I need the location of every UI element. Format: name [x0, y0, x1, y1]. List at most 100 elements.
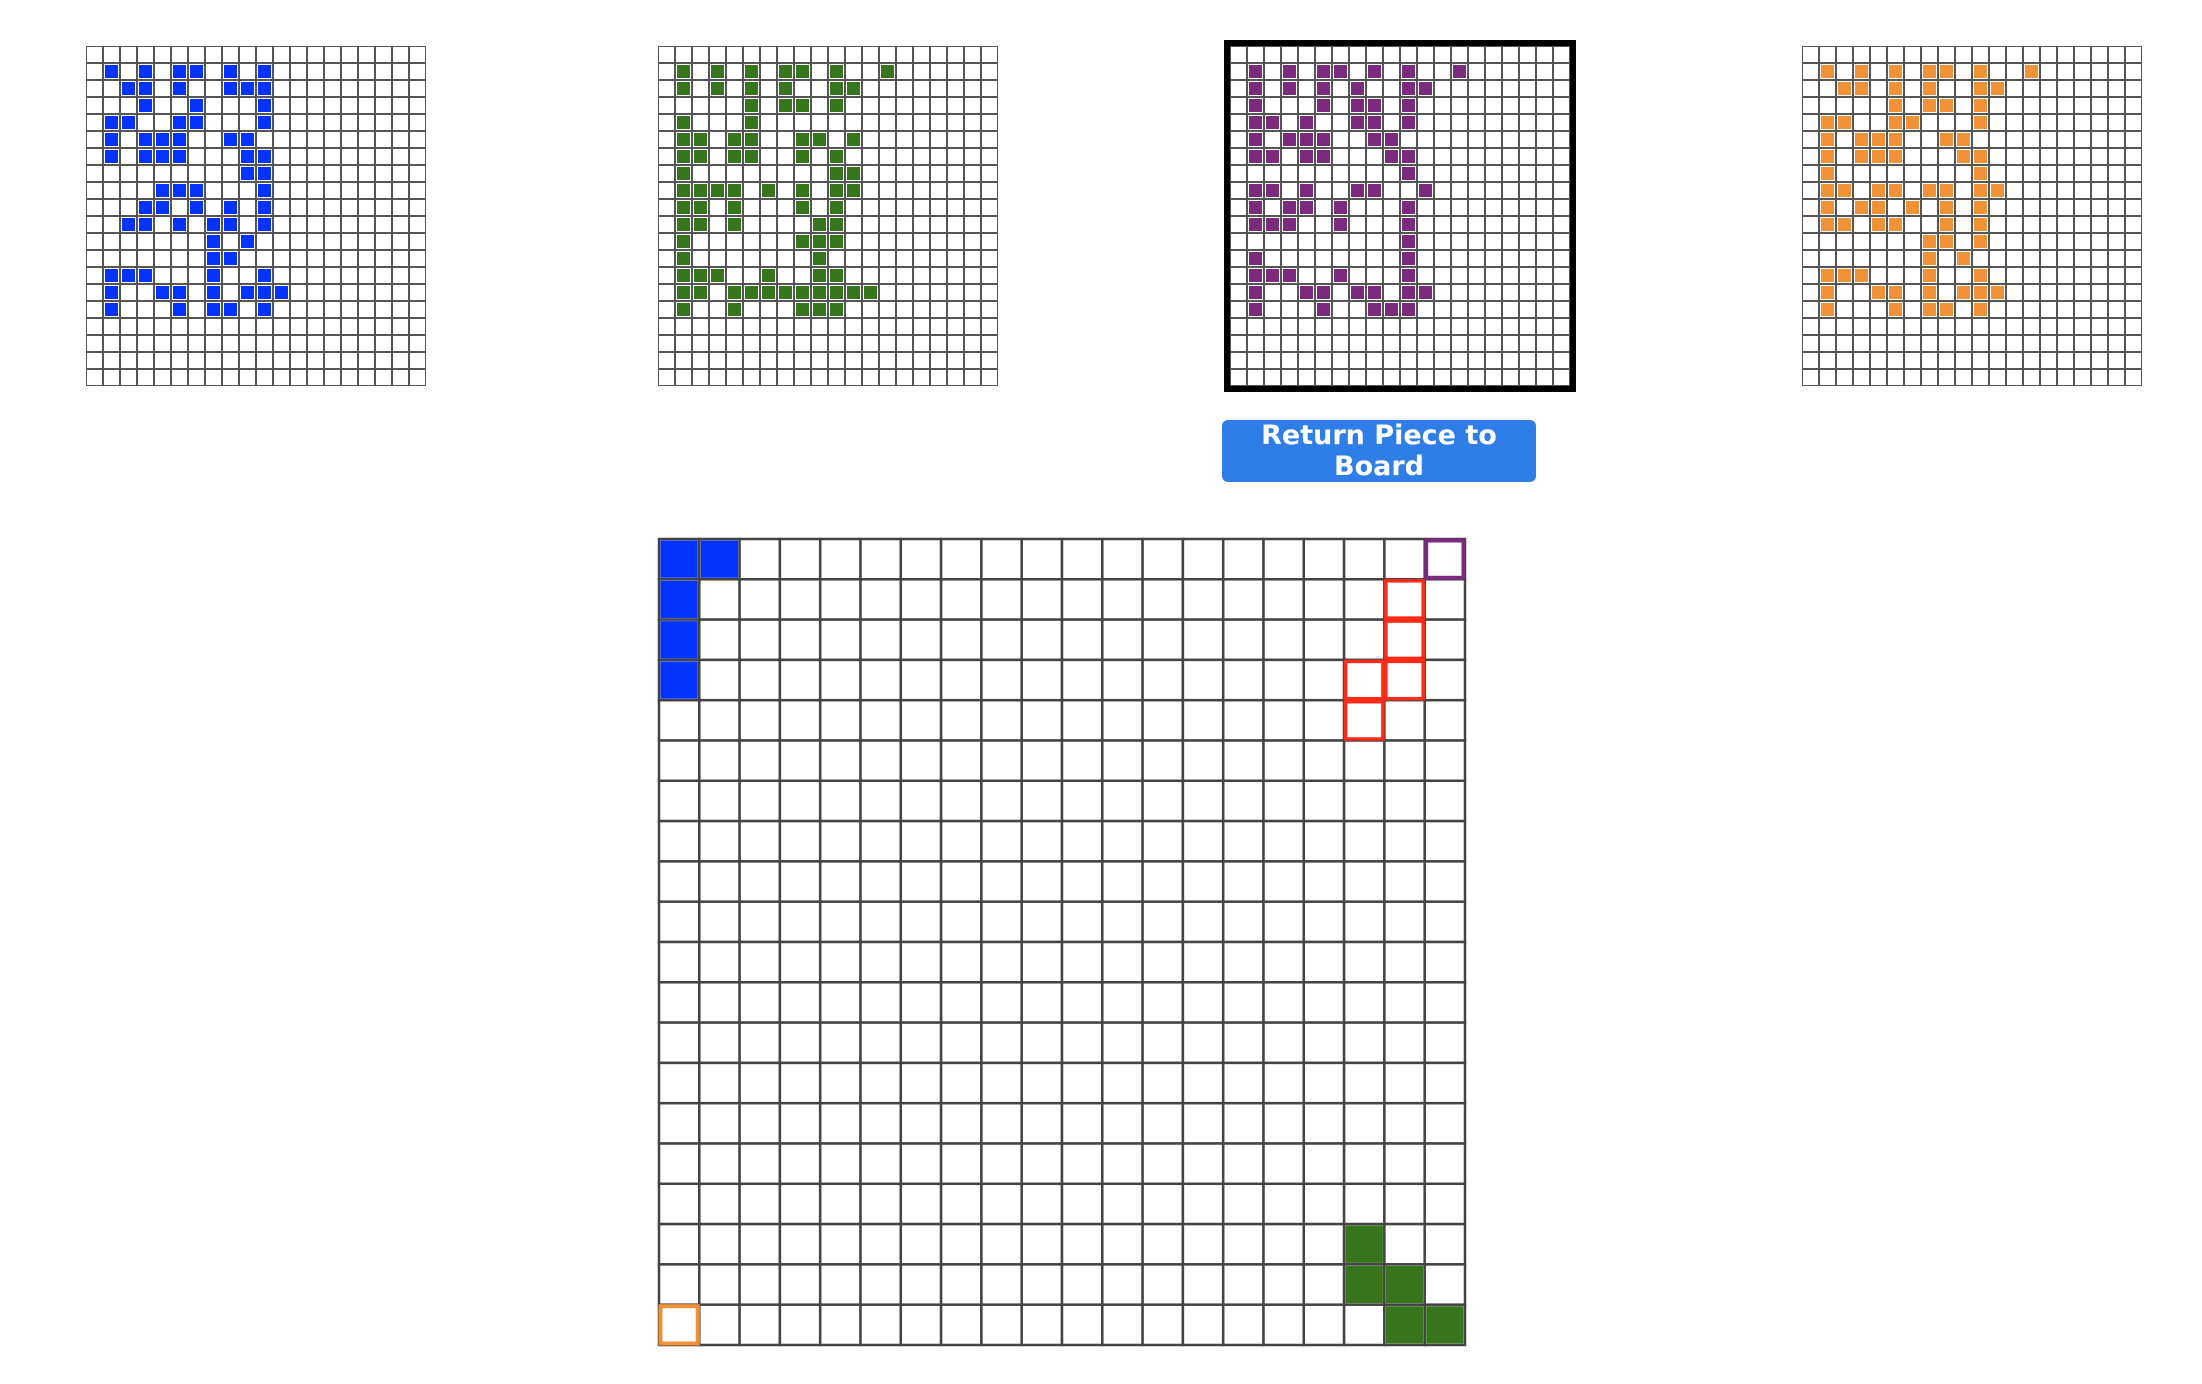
board-cell[interactable]	[778, 1101, 822, 1145]
board-cell[interactable]	[1101, 537, 1144, 581]
board-cell[interactable]	[1423, 819, 1467, 863]
board-cell[interactable]	[818, 1263, 862, 1306]
orange-piece-square[interactable]	[1889, 184, 1902, 197]
board-cell[interactable]	[939, 1263, 983, 1306]
green-piece-square[interactable]	[711, 82, 724, 95]
board-cell[interactable]	[899, 739, 943, 783]
orange-piece-square[interactable]	[1974, 201, 1987, 214]
purple-piece-square[interactable]	[1351, 116, 1364, 129]
board-cell[interactable]	[1181, 819, 1225, 863]
board-cell[interactable]	[1302, 1021, 1346, 1065]
board-cell[interactable]	[1302, 1303, 1346, 1347]
board-cell[interactable]	[1060, 1303, 1104, 1347]
orange-piece-square[interactable]	[1974, 82, 1987, 95]
board-cell[interactable]	[1181, 698, 1225, 742]
green-piece-square[interactable]	[779, 82, 792, 95]
blue-placed-square[interactable]	[700, 540, 739, 578]
board-cell[interactable]	[1101, 1182, 1144, 1226]
blue-piece-square[interactable]	[258, 82, 271, 95]
board-cell[interactable]	[1221, 1263, 1265, 1306]
orange-piece-square[interactable]	[1957, 286, 1970, 299]
board-cell[interactable]	[939, 1222, 983, 1266]
board-cell[interactable]	[939, 537, 983, 581]
purple-piece-square[interactable]	[1385, 150, 1398, 163]
board-cell[interactable]	[778, 658, 822, 702]
green-placed-square[interactable]	[1385, 1265, 1424, 1304]
board-cell[interactable]	[1342, 618, 1386, 662]
purple-piece-square[interactable]	[1300, 133, 1313, 146]
purple-piece-square[interactable]	[1385, 303, 1398, 316]
purple-piece-square[interactable]	[1419, 82, 1432, 95]
orange-inventory-grid[interactable]	[1802, 46, 2142, 386]
board-cell[interactable]	[1060, 779, 1104, 823]
board-cell[interactable]	[738, 1061, 782, 1105]
board-cell[interactable]	[1060, 940, 1104, 984]
blue-piece-square[interactable]	[156, 184, 169, 197]
purple-piece-inventory[interactable]	[1224, 40, 1576, 392]
green-piece-square[interactable]	[796, 133, 809, 146]
board-cell[interactable]	[859, 779, 903, 823]
blue-piece-square[interactable]	[207, 269, 220, 282]
green-piece-square[interactable]	[677, 218, 690, 231]
board-cell[interactable]	[818, 1222, 862, 1266]
purple-piece-square[interactable]	[1402, 235, 1415, 248]
board-cell[interactable]	[1060, 578, 1104, 621]
board-cell[interactable]	[1383, 739, 1426, 783]
board-cell[interactable]	[859, 1263, 903, 1306]
blue-piece-square[interactable]	[122, 116, 135, 129]
orange-piece-square[interactable]	[1855, 269, 1868, 282]
blue-piece-square[interactable]	[156, 150, 169, 163]
blue-piece-square[interactable]	[224, 82, 237, 95]
board-cell[interactable]	[899, 698, 943, 742]
board-cell[interactable]	[657, 860, 701, 903]
board-cell[interactable]	[778, 739, 822, 783]
board-cell[interactable]	[698, 1142, 741, 1186]
board-cell[interactable]	[859, 860, 903, 903]
board-cell[interactable]	[939, 860, 983, 903]
blue-piece-square[interactable]	[105, 65, 118, 78]
board-cell[interactable]	[1423, 578, 1467, 621]
purple-piece-square[interactable]	[1368, 65, 1381, 78]
board-cell[interactable]	[1302, 819, 1346, 863]
blue-piece-square[interactable]	[156, 286, 169, 299]
board-cell[interactable]	[1141, 1182, 1185, 1226]
green-piece-square[interactable]	[711, 65, 724, 78]
board-cell[interactable]	[738, 698, 782, 742]
blue-placed-square[interactable]	[660, 661, 698, 699]
board-cell[interactable]	[859, 900, 903, 944]
purple-piece-square[interactable]	[1317, 133, 1330, 146]
blue-piece-square[interactable]	[224, 133, 237, 146]
green-piece-square[interactable]	[745, 82, 758, 95]
board-cell[interactable]	[899, 860, 943, 903]
green-piece-square[interactable]	[830, 303, 843, 316]
orange-piece-square[interactable]	[1991, 286, 2004, 299]
board-cell[interactable]	[738, 1263, 782, 1306]
board-cell[interactable]	[1060, 1021, 1104, 1065]
board-cell[interactable]	[1101, 1061, 1144, 1105]
board-cell[interactable]	[899, 537, 943, 581]
board-cell[interactable]	[1181, 578, 1225, 621]
blue-piece-square[interactable]	[156, 201, 169, 214]
board-cell[interactable]	[1141, 940, 1185, 984]
board-cell[interactable]	[899, 900, 943, 944]
blue-inventory-grid[interactable]	[86, 46, 426, 386]
orange-piece-square[interactable]	[1821, 65, 1834, 78]
orange-piece-square[interactable]	[1855, 65, 1868, 78]
board-cell[interactable]	[939, 578, 983, 621]
green-piece-square[interactable]	[677, 150, 690, 163]
purple-piece-square[interactable]	[1300, 150, 1313, 163]
board-cell[interactable]	[657, 1021, 701, 1065]
blue-piece-square[interactable]	[173, 133, 186, 146]
green-piece-square[interactable]	[830, 269, 843, 282]
board-cell[interactable]	[1423, 1101, 1467, 1145]
orange-piece-square[interactable]	[1821, 184, 1834, 197]
board-cell[interactable]	[1101, 1303, 1144, 1347]
green-piece-square[interactable]	[728, 201, 741, 214]
orange-piece-square[interactable]	[1991, 82, 2004, 95]
board-cell[interactable]	[1181, 1303, 1225, 1347]
board-cell[interactable]	[1383, 658, 1426, 702]
orange-piece-square[interactable]	[1855, 82, 1868, 95]
board-cell[interactable]	[1020, 578, 1064, 621]
purple-piece-square[interactable]	[1283, 218, 1296, 231]
orange-piece-square[interactable]	[1940, 133, 1953, 146]
